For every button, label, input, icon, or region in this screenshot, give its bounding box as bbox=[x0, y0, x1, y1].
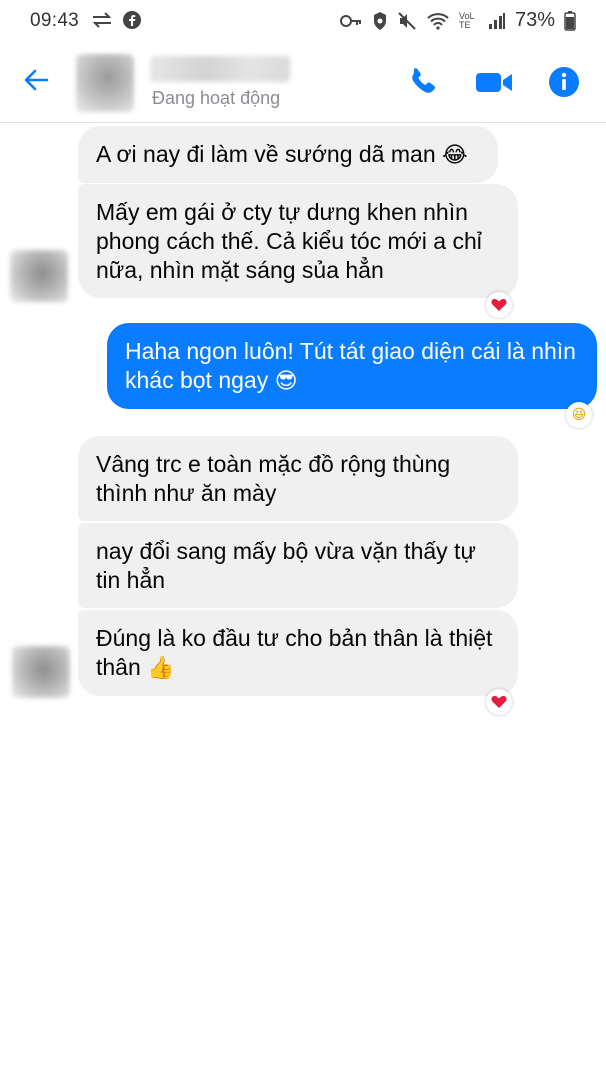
message-text: A ơi nay đi làm về sướng dã man bbox=[96, 141, 436, 167]
laugh-reaction[interactable]: 😆 bbox=[566, 402, 592, 428]
message-bubble-incoming[interactable]: nay đổi sang mấy bộ vừa vặn thấy tự tin … bbox=[78, 523, 518, 608]
active-status: Đang hoạt động bbox=[152, 88, 281, 108]
heart-reaction[interactable]: ❤ bbox=[486, 292, 512, 318]
volte-label: VoLTE bbox=[458, 10, 475, 30]
status-bar: 09:43 VoLTE 73% bbox=[0, 0, 606, 44]
message-text: Mấy em gái ở cty tự dưng khen nhìn phong… bbox=[96, 199, 482, 283]
thumbs-up-emoji-icon: 👍 bbox=[147, 656, 175, 681]
message-bubble-incoming[interactable]: Mấy em gái ở cty tự dưng khen nhìn phong… bbox=[78, 184, 518, 298]
mute-icon bbox=[398, 11, 416, 30]
grinning-squinting-icon: 😆 bbox=[571, 407, 587, 423]
message-bubble-incoming[interactable]: A ơi nay đi làm về sướng dã man 😂 bbox=[78, 126, 498, 183]
heart-icon bbox=[491, 695, 507, 708]
message-bubble-outgoing[interactable]: Haha ngon luôn! Tút tát giao diện cái là… bbox=[107, 323, 597, 409]
video-icon[interactable] bbox=[474, 64, 514, 100]
security-icon bbox=[373, 11, 386, 30]
back-arrow-icon[interactable] bbox=[22, 66, 50, 94]
signal-icon bbox=[488, 12, 505, 29]
chat-header: Đang hoạt động bbox=[0, 44, 606, 123]
battery-percent: 73% bbox=[514, 9, 555, 31]
battery-icon bbox=[564, 10, 576, 31]
message-text: Vâng trc e toàn mặc đồ rộng thùng thình … bbox=[96, 451, 451, 506]
sunglasses-emoji-icon: 😎 bbox=[274, 369, 298, 394]
contact-avatar[interactable] bbox=[76, 54, 134, 112]
wifi-icon bbox=[427, 12, 449, 30]
laughing-emoji-icon: 😂 bbox=[442, 143, 468, 168]
facebook-icon bbox=[123, 11, 141, 29]
sender-avatar[interactable] bbox=[10, 250, 68, 302]
contact-name[interactable] bbox=[150, 56, 290, 82]
info-icon[interactable] bbox=[546, 64, 582, 100]
message-bubble-incoming[interactable]: Vâng trc e toàn mặc đồ rộng thùng thình … bbox=[78, 436, 518, 521]
message-text: nay đổi sang mấy bộ vừa vặn thấy tự tin … bbox=[96, 538, 476, 593]
data-transfer-icon bbox=[92, 12, 112, 28]
heart-icon bbox=[491, 298, 507, 311]
sender-avatar[interactable] bbox=[12, 646, 70, 698]
message-bubble-incoming[interactable]: Đúng là ko đầu tư cho bản thân là thiệt … bbox=[78, 610, 518, 696]
phone-icon[interactable] bbox=[405, 64, 441, 100]
heart-reaction[interactable]: ❤ bbox=[486, 689, 512, 715]
status-time: 09:43 bbox=[30, 10, 80, 31]
message-text: Haha ngon luôn! Tút tát giao diện cái là… bbox=[125, 338, 576, 393]
key-icon bbox=[339, 14, 361, 27]
